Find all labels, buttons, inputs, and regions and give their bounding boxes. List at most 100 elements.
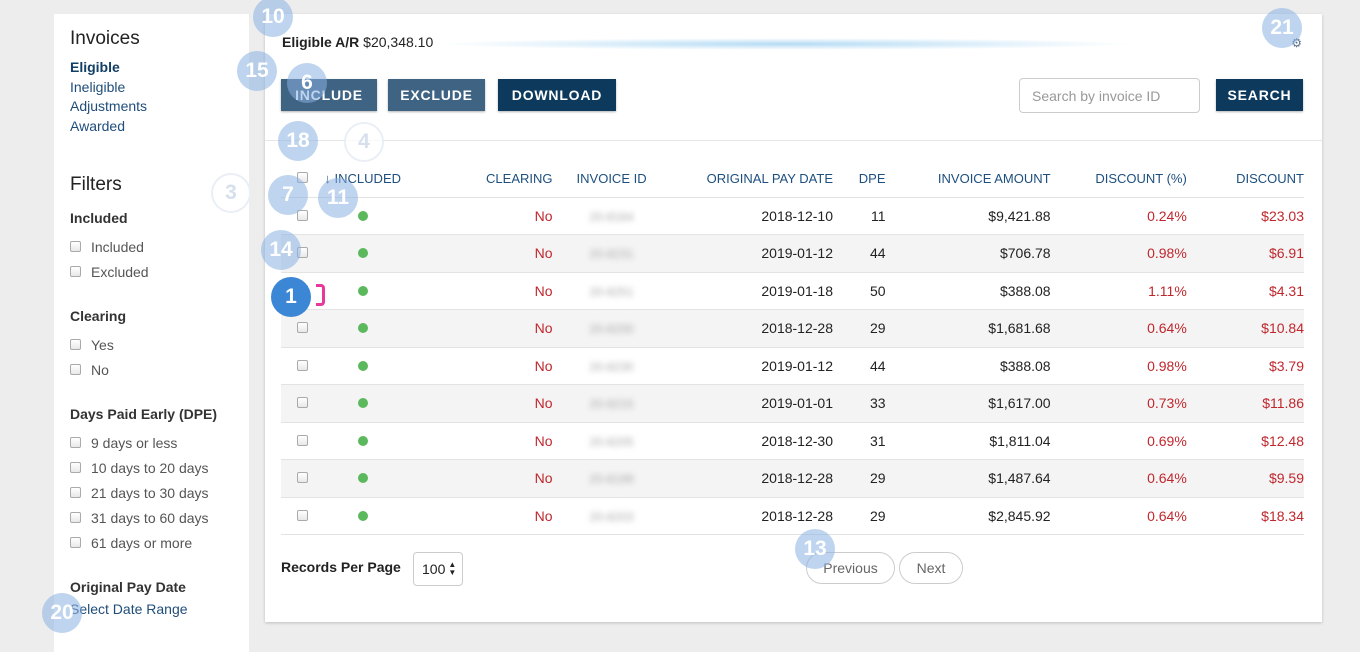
- included-status-dot: [357, 398, 368, 409]
- clearing-value: No: [401, 459, 553, 497]
- dpe-value: 11: [833, 196, 886, 235]
- clearing-value: No: [401, 421, 553, 460]
- pay-date-value: 2019-01-18: [670, 271, 833, 310]
- row-checkbox[interactable]: [297, 509, 309, 521]
- invoice-amount-value: $9,421.88: [885, 196, 1051, 235]
- row-checkbox[interactable]: [297, 359, 309, 371]
- filter-option[interactable]: 9 days or less: [70, 430, 233, 455]
- annotation-marker: 3: [211, 173, 251, 213]
- filter-option[interactable]: Excluded: [70, 259, 233, 284]
- row-checkbox[interactable]: [297, 397, 309, 409]
- filter-option-label: 10 days to 20 days: [91, 459, 209, 476]
- discount-value: $6.91: [1186, 234, 1304, 272]
- discount-pct-value: 0.69%: [1050, 421, 1187, 460]
- clearing-value: No: [401, 496, 553, 535]
- annotation-marker: 18: [278, 121, 318, 161]
- invoice-id-redacted: 20-8251: [589, 284, 634, 299]
- filter-option[interactable]: Included: [70, 234, 233, 259]
- records-per-page-select[interactable]: 100 ▲ ▼: [413, 552, 463, 586]
- divider: [265, 140, 1322, 141]
- filter-option[interactable]: 10 days to 20 days: [70, 455, 233, 480]
- discount-value: $10.84: [1186, 309, 1304, 347]
- column-header-invoice-amount[interactable]: INVOICE AMOUNT: [886, 161, 1051, 197]
- filter-option[interactable]: Yes: [70, 332, 233, 357]
- search-button[interactable]: SEARCH: [1216, 79, 1303, 111]
- column-header-invoice-id[interactable]: INVOICE ID: [553, 161, 671, 197]
- column-header-pay-date[interactable]: ORIGINAL PAY DATE: [671, 161, 833, 197]
- filter-option[interactable]: No: [70, 357, 233, 382]
- pay-date-value: 2019-01-12: [670, 346, 833, 385]
- updown-arrows-icon: ▲ ▼: [448, 560, 457, 577]
- ar-value: $20,348.10: [363, 34, 434, 50]
- download-button[interactable]: DOWNLOAD: [498, 79, 616, 111]
- column-header-dpe[interactable]: DPE: [833, 161, 886, 197]
- invoice-table: ↓ INCLUDED CLEARING INVOICE ID ORIGINAL …: [281, 161, 1304, 535]
- pay-date-value: 2018-12-28: [670, 459, 833, 497]
- filter-option-label: Yes: [91, 336, 114, 353]
- exclude-button[interactable]: EXCLUDE: [388, 79, 485, 111]
- table-row: No 20-8230 2019-01-12 44 $388.08 0.98% $…: [281, 346, 1304, 385]
- filter-option[interactable]: 21 days to 30 days: [70, 480, 233, 505]
- dpe-value: 44: [833, 234, 886, 272]
- filter-checkbox[interactable]: [70, 437, 81, 448]
- row-checkbox[interactable]: [297, 322, 309, 334]
- nav-eligible[interactable]: Eligible: [70, 58, 233, 78]
- pay-date-value: 2018-12-30: [670, 421, 833, 460]
- filter-group-clearing: Clearing Yes No: [70, 308, 233, 382]
- filter-checkbox[interactable]: [70, 487, 81, 498]
- clearing-value: No: [401, 309, 553, 347]
- table-row: No 20-8164 2018-12-10 11 $9,421.88 0.24%…: [281, 196, 1304, 235]
- dpe-value: 29: [833, 309, 886, 347]
- nav-ineligible[interactable]: Ineligible: [70, 78, 233, 98]
- row-checkbox[interactable]: [297, 434, 309, 446]
- discount-pct-value: 0.98%: [1050, 234, 1187, 272]
- column-header-discount[interactable]: DISCOUNT: [1187, 161, 1304, 197]
- annotation-marker: 13: [795, 529, 835, 569]
- filter-checkbox[interactable]: [70, 339, 81, 350]
- column-header-discount-pct[interactable]: DISCOUNT (%): [1051, 161, 1186, 197]
- discount-pct-value: 0.64%: [1050, 496, 1187, 535]
- filter-checkbox[interactable]: [70, 512, 81, 523]
- row-checkbox[interactable]: [297, 472, 309, 484]
- filter-checkbox[interactable]: [70, 241, 81, 252]
- filter-option-label: 21 days to 30 days: [91, 484, 209, 501]
- annotation-marker: 6: [287, 63, 327, 103]
- column-header-clearing[interactable]: CLEARING: [401, 161, 552, 197]
- dpe-value: 29: [833, 459, 886, 497]
- filter-option[interactable]: 61 days or more: [70, 530, 233, 555]
- nav-adjustments[interactable]: Adjustments: [70, 97, 233, 117]
- table-row: No 20-8199 2018-12-28 29 $1,487.64 0.64%…: [281, 459, 1304, 497]
- filter-option-label: 9 days or less: [91, 434, 178, 451]
- annotation-marker: 14: [261, 230, 301, 270]
- invoice-amount-value: $1,811.04: [885, 421, 1051, 460]
- included-status-dot: [357, 435, 368, 446]
- discount-value: $11.86: [1186, 384, 1304, 422]
- pay-date-value: 2018-12-28: [670, 309, 833, 347]
- discount-value: $12.48: [1186, 421, 1304, 460]
- filter-checkbox[interactable]: [70, 266, 81, 277]
- discount-pct-value: 0.64%: [1050, 309, 1187, 347]
- discount-value: $23.03: [1186, 196, 1304, 235]
- filter-checkbox[interactable]: [70, 462, 81, 473]
- dpe-value: 31: [833, 421, 886, 460]
- filter-checkbox[interactable]: [70, 537, 81, 548]
- filter-group-title: Days Paid Early (DPE): [70, 406, 218, 422]
- included-status-dot: [357, 210, 368, 221]
- discount-value: $9.59: [1186, 459, 1304, 497]
- search-input[interactable]: [1019, 78, 1200, 113]
- select-date-range-link[interactable]: Select Date Range: [70, 601, 233, 617]
- annotation-marker: 21: [1262, 8, 1302, 48]
- discount-pct-value: 1.11%: [1050, 271, 1187, 310]
- filter-checkbox[interactable]: [70, 364, 81, 375]
- filter-option-label: Included: [91, 238, 144, 255]
- clearing-value: No: [401, 234, 553, 272]
- ar-label: Eligible A/R: [282, 34, 360, 50]
- sidebar-nav: Eligible Ineligible Adjustments Awarded: [70, 58, 233, 136]
- nav-awarded[interactable]: Awarded: [70, 117, 233, 137]
- next-page-button[interactable]: Next: [899, 552, 963, 584]
- clearing-value: No: [401, 196, 553, 235]
- included-status-dot: [357, 285, 368, 296]
- filter-option[interactable]: 31 days to 60 days: [70, 505, 233, 530]
- invoice-panel: Eligible A/R $20,348.10 ⚙ INCLUDE EXCLUD…: [265, 14, 1322, 622]
- table-row: No 20-8205 2018-12-30 31 $1,811.04 0.69%…: [281, 421, 1304, 460]
